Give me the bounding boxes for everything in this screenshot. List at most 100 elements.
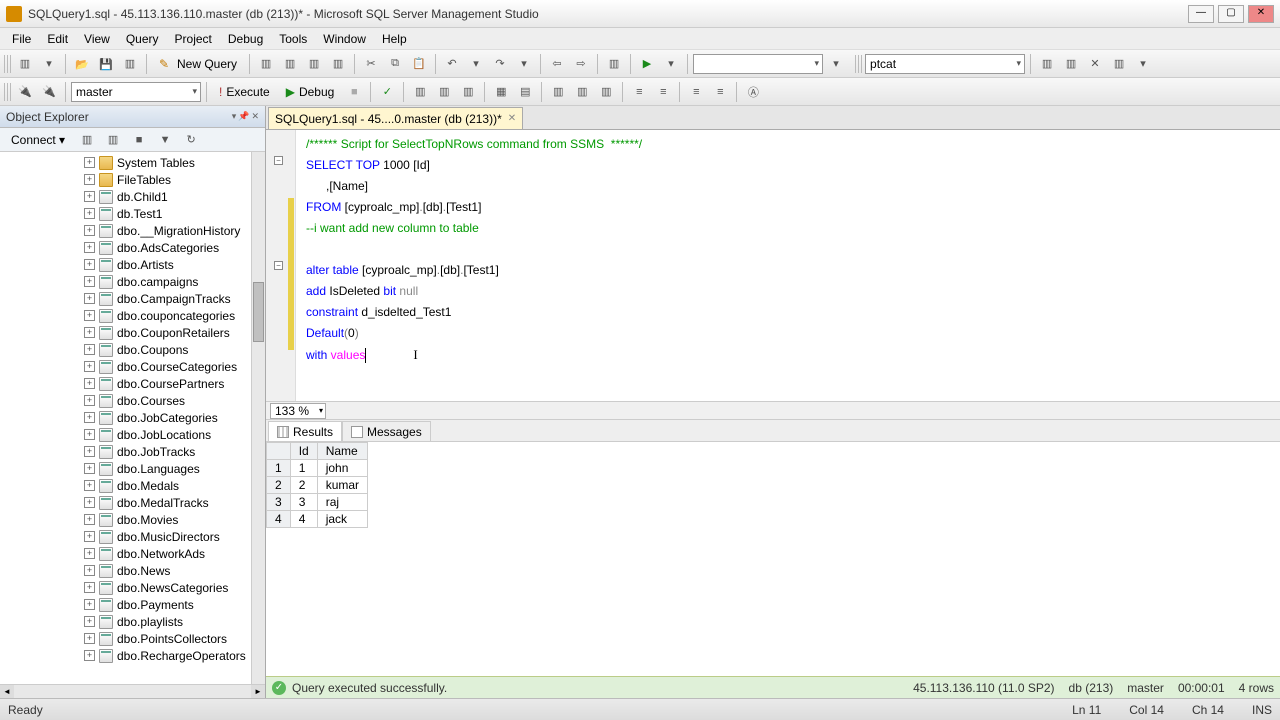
cell-id[interactable]: 3	[290, 494, 317, 511]
expand-icon[interactable]: +	[84, 514, 95, 525]
table-row[interactable]: 11john	[267, 460, 368, 477]
expand-icon[interactable]: +	[84, 242, 95, 253]
uncomment-button[interactable]: ≡	[709, 81, 731, 103]
plan-btn-3[interactable]: ▥	[457, 81, 479, 103]
expand-icon[interactable]: +	[84, 259, 95, 270]
menu-query[interactable]: Query	[118, 30, 167, 48]
oe-pin-icon[interactable]: 📌	[238, 111, 249, 122]
menu-view[interactable]: View	[76, 30, 118, 48]
expand-icon[interactable]: +	[84, 565, 95, 576]
oe-tool-2[interactable]: ▥	[102, 129, 124, 151]
indent-button[interactable]: ≡	[628, 81, 650, 103]
new-project-button[interactable]: ▥	[14, 53, 36, 75]
tool-btn-6[interactable]: ▥	[1036, 53, 1058, 75]
execute-button[interactable]: !Execute	[212, 81, 277, 103]
column-header[interactable]: Name	[317, 443, 367, 460]
tool2-btn-2[interactable]: ▥	[571, 81, 593, 103]
tree-item-dbo-adscategories[interactable]: +dbo.AdsCategories	[0, 239, 265, 256]
cut-button[interactable]: ✂	[360, 53, 382, 75]
toolbar-grip[interactable]	[4, 55, 12, 73]
expand-icon[interactable]: +	[84, 293, 95, 304]
tree-item-dbo-news[interactable]: +dbo.News	[0, 562, 265, 579]
oe-dropdown-icon[interactable]: ▾	[232, 111, 237, 122]
tree-item-dbo-medaltracks[interactable]: +dbo.MedalTracks	[0, 494, 265, 511]
comment-button[interactable]: ≡	[685, 81, 707, 103]
change-connection-button[interactable]: 🔌	[38, 81, 60, 103]
expand-icon[interactable]: +	[84, 446, 95, 457]
results-text-button[interactable]: ▤	[514, 81, 536, 103]
start-dropdown[interactable]: ▾	[660, 53, 682, 75]
redo-dropdown[interactable]: ▾	[513, 53, 535, 75]
tree-item-dbo-networkads[interactable]: +dbo.NetworkAds	[0, 545, 265, 562]
oe-tool-5[interactable]: ↻	[180, 129, 202, 151]
menu-debug[interactable]: Debug	[220, 30, 271, 48]
minimize-button[interactable]: —	[1188, 5, 1214, 23]
tree-item-dbo-movies[interactable]: +dbo.Movies	[0, 511, 265, 528]
tree-item-dbo-joblocations[interactable]: +dbo.JobLocations	[0, 426, 265, 443]
oe-hscroll-right[interactable]: ►	[251, 685, 265, 698]
expand-icon[interactable]: +	[84, 344, 95, 355]
oe-tool-4[interactable]: ▼	[154, 129, 176, 151]
tool-btn-5[interactable]: ▥	[603, 53, 625, 75]
tree-item-dbo-payments[interactable]: +dbo.Payments	[0, 596, 265, 613]
results-grid[interactable]: IdName11john22kumar33raj44jack	[266, 442, 1280, 676]
expand-icon[interactable]: +	[84, 276, 95, 287]
expand-icon[interactable]: +	[84, 616, 95, 627]
nav-fwd-button[interactable]: ⇨	[570, 53, 592, 75]
tree-item-dbo-coursepartners[interactable]: +dbo.CoursePartners	[0, 375, 265, 392]
tree-item-dbo-newscategories[interactable]: +dbo.NewsCategories	[0, 579, 265, 596]
expand-icon[interactable]: +	[84, 378, 95, 389]
parse-button[interactable]: ✓	[376, 81, 398, 103]
save-button[interactable]	[95, 53, 117, 75]
tree-item-filetables[interactable]: +FileTables	[0, 171, 265, 188]
cell-name[interactable]: john	[317, 460, 367, 477]
results-grid-button[interactable]: ▦	[490, 81, 512, 103]
expand-icon[interactable]: +	[84, 633, 95, 644]
oe-vscrollbar[interactable]	[251, 152, 265, 684]
cell-id[interactable]: 2	[290, 477, 317, 494]
code-text[interactable]: /****** Script for SelectTopNRows comman…	[296, 130, 1280, 401]
tree-item-dbo-jobcategories[interactable]: +dbo.JobCategories	[0, 409, 265, 426]
menu-tools[interactable]: Tools	[271, 30, 315, 48]
cell-name[interactable]: raj	[317, 494, 367, 511]
new-query-button[interactable]: New Query	[152, 53, 244, 75]
save-all-button[interactable]: ▥	[119, 53, 141, 75]
expand-icon[interactable]: +	[84, 429, 95, 440]
copy-button[interactable]: ⧉	[384, 53, 406, 75]
plan-btn-1[interactable]: ▥	[409, 81, 431, 103]
tool2-btn-3[interactable]: ▥	[595, 81, 617, 103]
nav-back-button[interactable]: ⇦	[546, 53, 568, 75]
find-dropdown[interactable]: ▾	[825, 53, 847, 75]
cell-id[interactable]: 4	[290, 511, 317, 528]
expand-icon[interactable]: +	[84, 650, 95, 661]
stop-button[interactable]: ■	[343, 81, 365, 103]
tree-item-dbo---migrationhistory[interactable]: +dbo.__MigrationHistory	[0, 222, 265, 239]
expand-icon[interactable]: +	[84, 327, 95, 338]
code-editor[interactable]: − − /****** Script for SelectTopNRows co…	[266, 130, 1280, 402]
oe-tool-1[interactable]: ▥	[76, 129, 98, 151]
cell-id[interactable]: 1	[290, 460, 317, 477]
zoom-combo[interactable]: 133 %	[270, 403, 326, 419]
tree-item-dbo-jobtracks[interactable]: +dbo.JobTracks	[0, 443, 265, 460]
expand-icon[interactable]: +	[84, 157, 95, 168]
expand-icon[interactable]: +	[84, 208, 95, 219]
expand-icon[interactable]: +	[84, 599, 95, 610]
close-button[interactable]: ✕	[1248, 5, 1274, 23]
menu-edit[interactable]: Edit	[39, 30, 76, 48]
table-row[interactable]: 44jack	[267, 511, 368, 528]
expand-icon[interactable]: +	[84, 412, 95, 423]
expand-icon[interactable]: +	[84, 463, 95, 474]
fold-icon-2[interactable]: −	[274, 261, 283, 270]
connect-button[interactable]: 🔌	[14, 81, 36, 103]
results-tab[interactable]: Results	[268, 421, 342, 441]
outdent-button[interactable]: ≡	[652, 81, 674, 103]
menu-help[interactable]: Help	[374, 30, 415, 48]
dropdown-icon[interactable]: ▾	[38, 53, 60, 75]
expand-icon[interactable]: +	[84, 225, 95, 236]
tree-item-dbo-artists[interactable]: +dbo.Artists	[0, 256, 265, 273]
object-explorer-tree[interactable]: +System Tables+FileTables+db.Child1+db.T…	[0, 152, 265, 684]
toolbar-grip-2[interactable]	[855, 55, 863, 73]
table-row[interactable]: 33raj	[267, 494, 368, 511]
undo-dropdown[interactable]: ▾	[465, 53, 487, 75]
tree-item-dbo-coupons[interactable]: +dbo.Coupons	[0, 341, 265, 358]
